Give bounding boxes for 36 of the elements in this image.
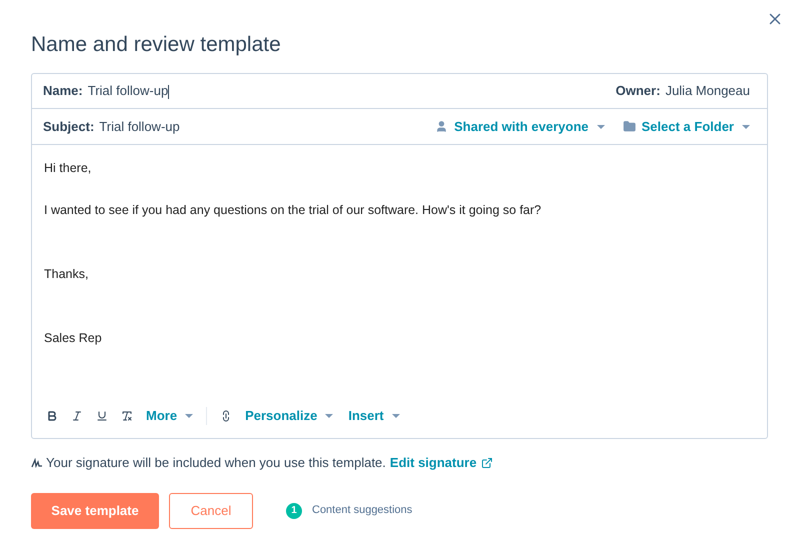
owner-name: Julia Mongeau [665,82,750,100]
body-paragraph: Thanks, [44,266,90,282]
cancel-button[interactable]: Cancel [169,492,253,528]
caret-icon [596,124,605,128]
caret-icon [325,414,334,418]
subject-field[interactable]: Trial follow-up [99,116,436,136]
folder-icon [622,120,636,133]
signature-icon [31,458,43,468]
more-dropdown[interactable]: More [146,406,194,426]
content-suggestions-label: Content suggestions [312,503,412,518]
name-label: Name: [43,82,83,100]
sharing-dropdown[interactable]: Shared with everyone [435,116,605,136]
subject-label: Subject: [43,118,94,136]
insert-dropdown[interactable]: Insert [348,406,400,426]
italic-icon[interactable] [71,410,83,422]
suggestion-count-badge: 1 [286,502,302,518]
folder-dropdown[interactable]: Select a Folder [622,116,750,136]
signature-note: Your signature will be included when you use this template. [46,454,386,472]
body-paragraph: Sales Rep [44,330,103,346]
edit-signature-link[interactable]: Edit signature [390,453,493,472]
underline-icon[interactable] [96,410,108,422]
owner-label: Owner: [616,82,660,100]
caret-icon [742,124,750,128]
caret-icon [185,414,194,418]
body-editor[interactable]: Hi there, I wanted to see if you had any questions on the trial of our software. How's it going so far? Thanks, Sales Rep [32,145,767,394]
body-paragraph: I wanted to see if you had any questions on the trial of our software. How's it going so far? [44,202,542,218]
body-paragraph: Hi there, [44,160,92,176]
bold-icon[interactable] [46,410,58,422]
person-icon [435,120,448,133]
caret-icon [392,414,400,418]
clear-format-icon[interactable] [121,410,133,422]
external-link-icon [480,456,493,469]
save-template-button[interactable]: Save template [31,492,159,528]
dialog-title: Name and review template [31,32,282,58]
personalize-dropdown[interactable]: Personalize [245,406,334,426]
name-field[interactable]: Trial follow-up [88,81,616,101]
